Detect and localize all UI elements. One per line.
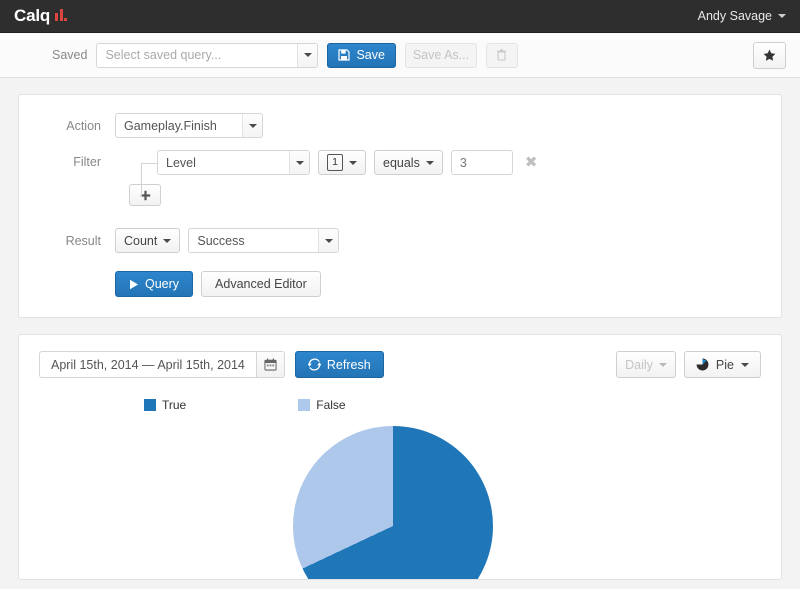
saved-query-select-value: Select saved query... (105, 48, 222, 62)
legend-item-false[interactable]: False (298, 398, 346, 412)
interval-value: Daily (625, 357, 653, 372)
bar-chart-icon (55, 8, 68, 21)
refresh-button-label: Refresh (326, 357, 371, 372)
result-aggregation-select[interactable]: Count (115, 228, 181, 253)
filter-tree: Level 1 equals 3 ✖ (115, 150, 761, 206)
chart-area (39, 426, 761, 579)
caret-down-icon (778, 14, 786, 18)
legend-label: False (316, 398, 346, 412)
chart-type-value: Pie (715, 357, 734, 372)
save-button[interactable]: Save (327, 42, 396, 68)
calendar-icon[interactable] (255, 351, 285, 378)
user-menu[interactable]: Andy Savage (698, 9, 786, 23)
pie-chart-icon (696, 358, 709, 371)
results-panel: April 15th, 2014 — April 15th, 2014 Refr… (18, 334, 782, 580)
caret-down-icon (658, 362, 667, 367)
date-range-value: April 15th, 2014 — April 15th, 2014 (39, 351, 256, 378)
action-select-value: Gameplay.Finish (124, 118, 217, 133)
result-row: Result Count Success (39, 228, 761, 253)
filter-clause: Level 1 equals 3 ✖ (115, 150, 761, 197)
play-icon (129, 279, 139, 290)
chevron-down-icon (297, 43, 318, 67)
advanced-editor-button-label: Advanced Editor (215, 277, 307, 291)
result-aggregation-value: Count (124, 233, 158, 248)
legend-swatch (298, 399, 311, 411)
user-name: Andy Savage (697, 9, 772, 23)
pie-chart[interactable] (293, 426, 493, 579)
refresh-button[interactable]: Refresh (294, 351, 384, 378)
interval-select: Daily (616, 351, 676, 378)
date-range-picker[interactable]: April 15th, 2014 — April 15th, 2014 (39, 351, 285, 378)
trash-icon (496, 49, 507, 61)
result-label: Result (65, 233, 101, 248)
filter-value-text: 3 (459, 155, 467, 170)
filter-operator-value: equals (383, 155, 420, 170)
filter-property-select[interactable]: Level (157, 150, 310, 175)
chart-legend: True False (39, 398, 761, 412)
number-type-icon: 1 (327, 154, 343, 171)
caret-down-icon (349, 160, 357, 165)
top-navbar: Calq Andy Savage (0, 0, 800, 33)
saved-query-select[interactable]: Select saved query... (96, 42, 319, 68)
filter-label: Filter (73, 155, 101, 169)
advanced-editor-button[interactable]: Advanced Editor (201, 271, 321, 297)
brand-logo[interactable]: Calq (14, 6, 68, 26)
floppy-disk-icon (338, 49, 351, 61)
brand-name: Calq (14, 6, 51, 25)
star-icon (763, 49, 776, 62)
legend-swatch (144, 399, 156, 411)
caret-down-icon (425, 160, 434, 165)
save-as-button: Save As... (404, 42, 477, 68)
caret-down-icon (163, 238, 172, 243)
remove-filter-button[interactable]: ✖ (521, 155, 542, 170)
results-toolbar: April 15th, 2014 — April 15th, 2014 Refr… (39, 351, 761, 378)
tree-connector-horizontal (141, 162, 157, 164)
result-property-value: Success (197, 233, 245, 248)
chart-type-select[interactable]: Pie (683, 351, 761, 378)
legend-label: True (162, 398, 187, 412)
filter-row: Filter Level 1 equals 3 ✖ (39, 150, 761, 206)
result-property-select[interactable]: Success (188, 228, 340, 253)
chevron-down-icon (318, 229, 339, 252)
filter-value-input[interactable]: 3 (450, 150, 513, 175)
action-label: Action (66, 118, 101, 133)
chevron-down-icon (289, 151, 309, 174)
save-as-button-label: Save As... (412, 48, 470, 62)
caret-down-icon (741, 362, 749, 367)
action-row: Action Gameplay.Finish (39, 113, 761, 138)
query-builder-panel: Action Gameplay.Finish Filter Level 1 eq… (18, 94, 782, 318)
add-filter-row (115, 184, 761, 206)
chevron-down-icon (242, 114, 262, 137)
run-query-button-label: Query (145, 277, 180, 291)
filter-operator-select[interactable]: equals (374, 150, 443, 175)
filter-type-select[interactable]: 1 (318, 150, 366, 175)
add-filter-button[interactable] (129, 184, 161, 206)
saved-query-bar: Saved Select saved query... Save Save As… (0, 33, 800, 78)
run-query-button[interactable]: Query (115, 271, 194, 297)
favourite-button[interactable] (753, 41, 786, 69)
legend-item-true[interactable]: True (144, 398, 186, 412)
refresh-icon (307, 358, 321, 371)
filter-property-value: Level (166, 155, 196, 170)
query-actions-row: Query Advanced Editor (39, 271, 761, 297)
saved-label: Saved (52, 48, 88, 62)
delete-query-button (485, 42, 518, 68)
tree-connector-vertical (141, 162, 142, 197)
save-button-label: Save (356, 48, 385, 62)
action-select[interactable]: Gameplay.Finish (115, 113, 263, 138)
